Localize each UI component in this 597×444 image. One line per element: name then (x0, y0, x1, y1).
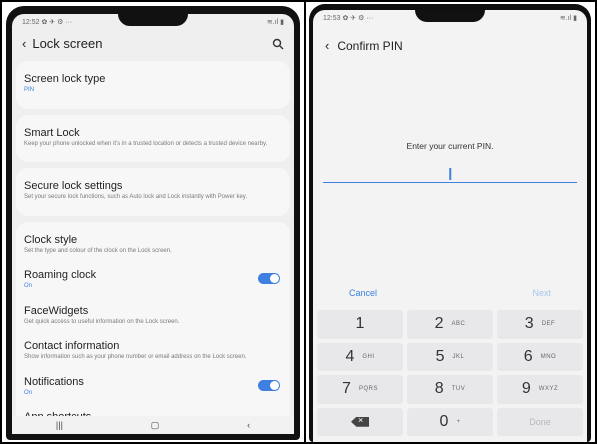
nav-bar: ||| ▢ ‹ (12, 416, 294, 434)
page-title: Confirm PIN (337, 38, 403, 53)
recent-apps-icon[interactable]: ||| (56, 420, 63, 430)
key-letters: + (456, 418, 461, 425)
status-time: 12:53 ✿ ✈ ⚙ ··· (323, 15, 374, 22)
settings-card: Smart Lock Keep your phone unlocked when … (16, 114, 290, 162)
settings-item-summary: Set the type and colour of the clock on … (24, 247, 172, 254)
camera-notch (415, 10, 485, 22)
settings-item-summary: PIN (24, 87, 35, 93)
cancel-button[interactable]: Cancel (349, 288, 377, 306)
key-digit: 8 (434, 380, 444, 398)
keypad-key[interactable]: 8 TUV (407, 375, 493, 404)
key-letters: MNO (540, 353, 557, 360)
keypad-key[interactable]: 4 GHI (317, 342, 403, 371)
app-bar: ‹ Confirm PIN (313, 26, 587, 65)
settings-card: Clock style Set the type and colour of th… (16, 221, 290, 434)
key-letters: ABC (451, 321, 466, 328)
settings-item[interactable]: Secure lock settings Set your secure lock… (24, 174, 282, 210)
key-digit: 0 (439, 412, 449, 430)
toggle-switch[interactable] (258, 273, 280, 284)
settings-item[interactable]: Screen lock type PIN (24, 67, 282, 103)
pin-input-underline (323, 181, 577, 183)
numeric-keypad: 12ABC3DEF4GHI5JKL6MNO7PQRS8TUV9WXYZ0+Don… (317, 310, 583, 436)
settings-item-summary: Keep your phone unlocked when it's in a … (24, 140, 268, 147)
keypad-key[interactable]: 6 MNO (497, 342, 583, 371)
status-icons: ≋.ıl ▮ (266, 19, 284, 26)
backspace-icon (351, 416, 369, 427)
text-caret (449, 168, 451, 180)
pin-prompt: Enter your current PIN. (406, 141, 494, 151)
settings-item[interactable]: Notifications On (24, 370, 282, 406)
key-letters: JKL (452, 353, 465, 360)
home-icon[interactable]: ▢ (151, 420, 160, 431)
screenshot-frame: 12:52 ✿ ✈ ⚙ ··· ≋.ıl ▮ ‹ Lock screen Scr… (0, 0, 597, 444)
keypad-key[interactable]: 2 ABC (407, 310, 493, 339)
key-letters: GHI (362, 353, 375, 360)
settings-item-summary: Get quick access to useful information o… (24, 318, 180, 325)
next-button[interactable]: Next (532, 288, 551, 306)
settings-item[interactable]: FaceWidgets Get quick access to useful in… (24, 299, 282, 335)
backspace-key[interactable] (317, 407, 403, 436)
search-icon[interactable] (272, 38, 284, 50)
back-icon[interactable]: ‹ (22, 36, 26, 51)
phone-right: 12:53 ✿ ✈ ⚙ ··· ≋.ıl ▮ ‹ Confirm PIN Ent… (309, 4, 591, 442)
settings-item[interactable]: Smart Lock Keep your phone unlocked when … (24, 121, 282, 157)
settings-item-summary: Show information such as your phone numb… (24, 354, 247, 360)
settings-list: Screen lock type PIN Smart Lock Keep your p… (12, 61, 294, 434)
page-title: Lock screen (32, 36, 103, 51)
keypad-key[interactable]: 5 JKL (407, 342, 493, 371)
keypad-key[interactable]: 9 WXYZ (497, 375, 583, 404)
settings-item-title: Roaming clock (24, 269, 97, 281)
key-digit: 4 (345, 347, 355, 365)
settings-item[interactable]: Contact information Show information such… (24, 334, 282, 370)
key-digit: 2 (434, 315, 444, 333)
settings-item-summary: On (24, 283, 33, 289)
settings-item-title: Screen lock type (24, 73, 106, 85)
toggle-switch[interactable] (258, 379, 280, 391)
key-letters: TUV (451, 386, 466, 393)
key-digit: 5 (435, 347, 445, 365)
key-digit: 7 (342, 380, 351, 398)
settings-item-title: Contact information (24, 340, 120, 352)
settings-item-summary: On (24, 389, 33, 396)
key-letters: WXYZ (538, 386, 559, 393)
pin-input[interactable] (323, 159, 577, 183)
keypad-key[interactable]: 0 + (407, 407, 493, 436)
settings-item-title: Notifications (24, 375, 84, 388)
frame-divider (304, 0, 306, 444)
key-letters: DEF (541, 321, 556, 328)
status-time: 12:52 ✿ ✈ ⚙ ··· (22, 19, 73, 26)
settings-card: Screen lock type PIN (16, 61, 290, 109)
settings-item-title: Clock style (24, 233, 78, 246)
keypad-key[interactable]: 1 (317, 310, 403, 339)
settings-item[interactable]: Roaming clock On (24, 263, 282, 299)
settings-item-summary: Set your secure lock functions, such as … (24, 194, 247, 200)
settings-item-title: Smart Lock (24, 126, 80, 139)
confirm-pin-screen: 12:53 ✿ ✈ ⚙ ··· ≋.ıl ▮ ‹ Confirm PIN Ent… (313, 10, 587, 442)
frame-border-left (0, 0, 2, 444)
settings-item-title: FaceWidgets (24, 304, 89, 317)
back-icon[interactable]: ‹ (325, 38, 329, 53)
status-icons: ≋.ıl ▮ (559, 15, 577, 22)
settings-card: Secure lock settings Set your secure lock… (16, 168, 290, 216)
key-digit: 9 (521, 380, 531, 398)
key-digit: 1 (355, 315, 365, 333)
nav-back-icon[interactable]: ‹ (247, 420, 250, 430)
frame-border-top (0, 0, 597, 2)
lock-screen-settings: 12:52 ✿ ✈ ⚙ ··· ≋.ıl ▮ ‹ Lock screen Scr… (12, 14, 294, 434)
key-digit: 6 (523, 347, 533, 365)
app-bar: ‹ Lock screen (12, 30, 294, 61)
settings-item[interactable]: Clock style Set the type and colour of th… (24, 228, 282, 264)
done-key[interactable]: Done (497, 407, 583, 436)
camera-notch (118, 14, 188, 26)
settings-item-title: Secure lock settings (24, 180, 123, 192)
keypad-key[interactable]: 3 DEF (497, 310, 583, 339)
key-letters: PQRS (358, 386, 378, 393)
keypad-key[interactable]: 7 PQRS (317, 375, 403, 404)
phone-left: 12:52 ✿ ✈ ⚙ ··· ≋.ıl ▮ ‹ Lock screen Scr… (6, 6, 300, 440)
pin-actions: Cancel Next (313, 288, 587, 306)
key-digit: 3 (524, 315, 534, 333)
